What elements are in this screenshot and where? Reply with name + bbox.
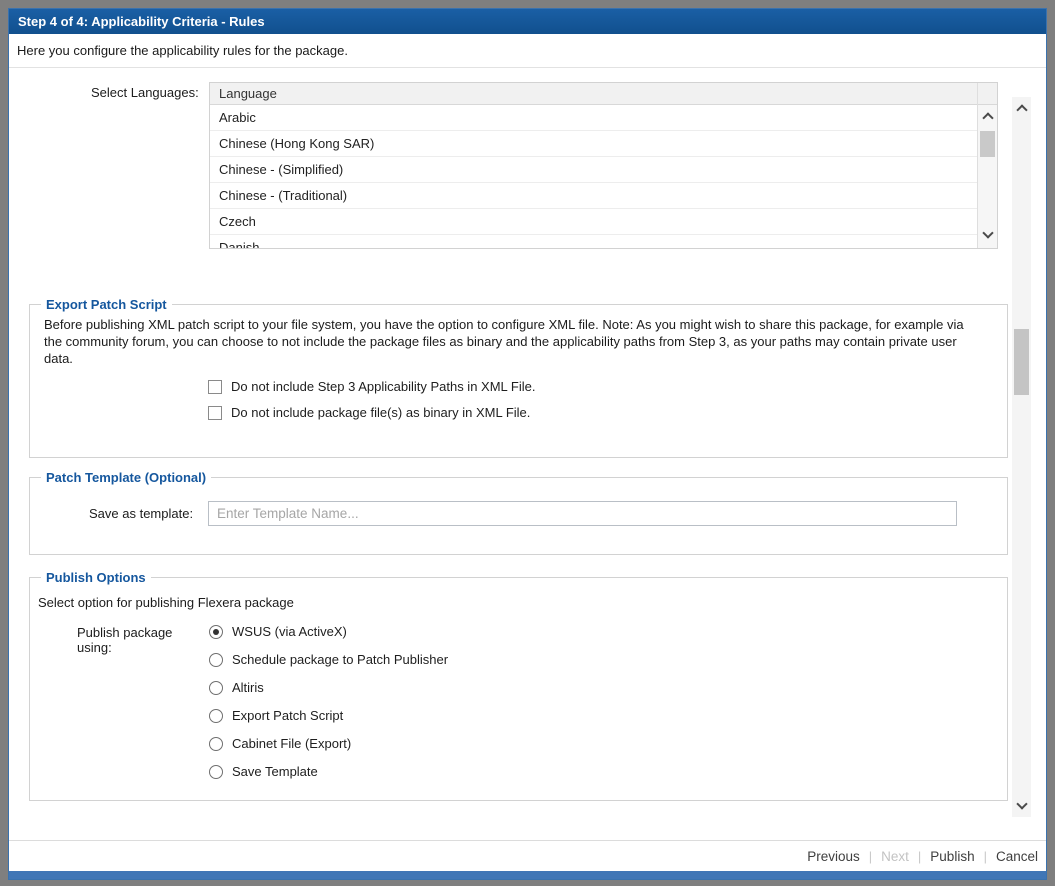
language-row-chinese-traditional[interactable]: Chinese - (Traditional) <box>210 183 977 209</box>
listbox-scrollbar-header-spacer <box>978 83 997 105</box>
export-patch-script-radio[interactable] <box>209 709 223 723</box>
save-template-radio[interactable] <box>209 765 223 779</box>
publish-options-group: Publish Options Select option for publis… <box>29 570 1008 801</box>
listbox-scrollbar-thumb[interactable] <box>980 131 995 157</box>
footer-separator: | <box>984 849 987 864</box>
listbox-scrollbar[interactable] <box>977 83 997 248</box>
wizard-dialog: Step 4 of 4: Applicability Criteria - Ru… <box>8 8 1047 880</box>
exclude-package-binary-label[interactable]: Do not include package file(s) as binary… <box>231 405 530 420</box>
publish-options-radiogroup: WSUS (via ActiveX) Schedule package to P… <box>209 624 448 779</box>
publish-options-legend: Publish Options <box>41 570 151 585</box>
previous-button[interactable]: Previous <box>807 849 860 864</box>
radio-row-wsus: WSUS (via ActiveX) <box>209 624 448 639</box>
listbox-scroll-up-button[interactable] <box>978 105 997 127</box>
content-scrollbar-thumb[interactable] <box>1014 329 1029 395</box>
language-row-chinese-simplified[interactable]: Chinese - (Simplified) <box>210 157 977 183</box>
footer-bar: Previous | Next | Publish | Cancel <box>9 840 1046 871</box>
content-scroll-up-button[interactable] <box>1012 97 1031 119</box>
dialog-subtitle: Here you configure the applicability rul… <box>9 34 1046 68</box>
dialog-title: Step 4 of 4: Applicability Criteria - Ru… <box>18 14 265 29</box>
bottom-accent-strip <box>9 871 1046 879</box>
chevron-up-icon <box>1016 104 1027 115</box>
language-row-arabic[interactable]: Arabic <box>210 105 977 131</box>
export-patch-script-radio-label[interactable]: Export Patch Script <box>232 708 343 723</box>
cabinet-file-radio[interactable] <box>209 737 223 751</box>
next-button[interactable]: Next <box>881 849 909 864</box>
dialog-titlebar: Step 4 of 4: Applicability Criteria - Ru… <box>9 9 1046 34</box>
content-scroll-down-button[interactable] <box>1012 795 1031 817</box>
radio-row-altiris: Altiris <box>209 680 448 695</box>
radio-row-save-template: Save Template <box>209 764 448 779</box>
patch-publisher-radio-label[interactable]: Schedule package to Patch Publisher <box>232 652 448 667</box>
language-column-header[interactable]: Language <box>210 83 977 105</box>
wsus-radio[interactable] <box>209 625 223 639</box>
chevron-down-icon <box>1016 798 1027 809</box>
language-row-danish[interactable]: Danish <box>210 235 977 248</box>
language-row-chinese-hk[interactable]: Chinese (Hong Kong SAR) <box>210 131 977 157</box>
publish-options-description: Select option for publishing Flexera pac… <box>38 595 1007 610</box>
template-row: Save as template: <box>89 501 1007 526</box>
publish-button[interactable]: Publish <box>930 849 974 864</box>
wsus-radio-label[interactable]: WSUS (via ActiveX) <box>232 624 347 639</box>
content-scrollbar[interactable] <box>1012 97 1031 817</box>
patch-template-group: Patch Template (Optional) Save as templa… <box>29 470 1008 555</box>
listbox-scroll-down-button[interactable] <box>978 224 997 246</box>
radio-row-export-patch-script: Export Patch Script <box>209 708 448 723</box>
chevron-up-icon <box>982 112 993 123</box>
radio-row-patch-publisher: Schedule package to Patch Publisher <box>209 652 448 667</box>
exclude-applicability-paths-label[interactable]: Do not include Step 3 Applicability Path… <box>231 379 535 394</box>
cancel-button[interactable]: Cancel <box>996 849 1038 864</box>
save-template-radio-label[interactable]: Save Template <box>232 764 318 779</box>
select-languages-label: Select Languages: <box>91 85 199 100</box>
exclude-applicability-paths-checkbox[interactable] <box>208 380 222 394</box>
radio-row-cabinet-file: Cabinet File (Export) <box>209 736 448 751</box>
checkbox-row-applicability-paths: Do not include Step 3 Applicability Path… <box>208 379 1007 394</box>
export-patch-script-group: Export Patch Script Before publishing XM… <box>29 297 1008 458</box>
save-as-template-label: Save as template: <box>89 506 208 521</box>
languages-list: Language Arabic Chinese (Hong Kong SAR) … <box>210 83 977 248</box>
template-name-input[interactable] <box>208 501 957 526</box>
exclude-package-binary-checkbox[interactable] <box>208 406 222 420</box>
footer-separator: | <box>869 849 872 864</box>
chevron-down-icon <box>982 227 993 238</box>
publish-row: Publish package using: WSUS (via ActiveX… <box>77 624 1007 779</box>
footer-separator: | <box>918 849 921 864</box>
patch-publisher-radio[interactable] <box>209 653 223 667</box>
content-area: Select Languages: Language Arabic Chines… <box>9 69 1046 840</box>
publish-package-using-label: Publish package using: <box>77 624 209 779</box>
altiris-radio-label[interactable]: Altiris <box>232 680 264 695</box>
language-row-czech[interactable]: Czech <box>210 209 977 235</box>
export-patch-script-description: Before publishing XML patch script to yo… <box>44 316 969 367</box>
patch-template-legend: Patch Template (Optional) <box>41 470 211 485</box>
export-patch-script-legend: Export Patch Script <box>41 297 172 312</box>
languages-listbox: Language Arabic Chinese (Hong Kong SAR) … <box>209 82 998 249</box>
checkbox-row-package-binary: Do not include package file(s) as binary… <box>208 405 1007 420</box>
cabinet-file-radio-label[interactable]: Cabinet File (Export) <box>232 736 351 751</box>
altiris-radio[interactable] <box>209 681 223 695</box>
